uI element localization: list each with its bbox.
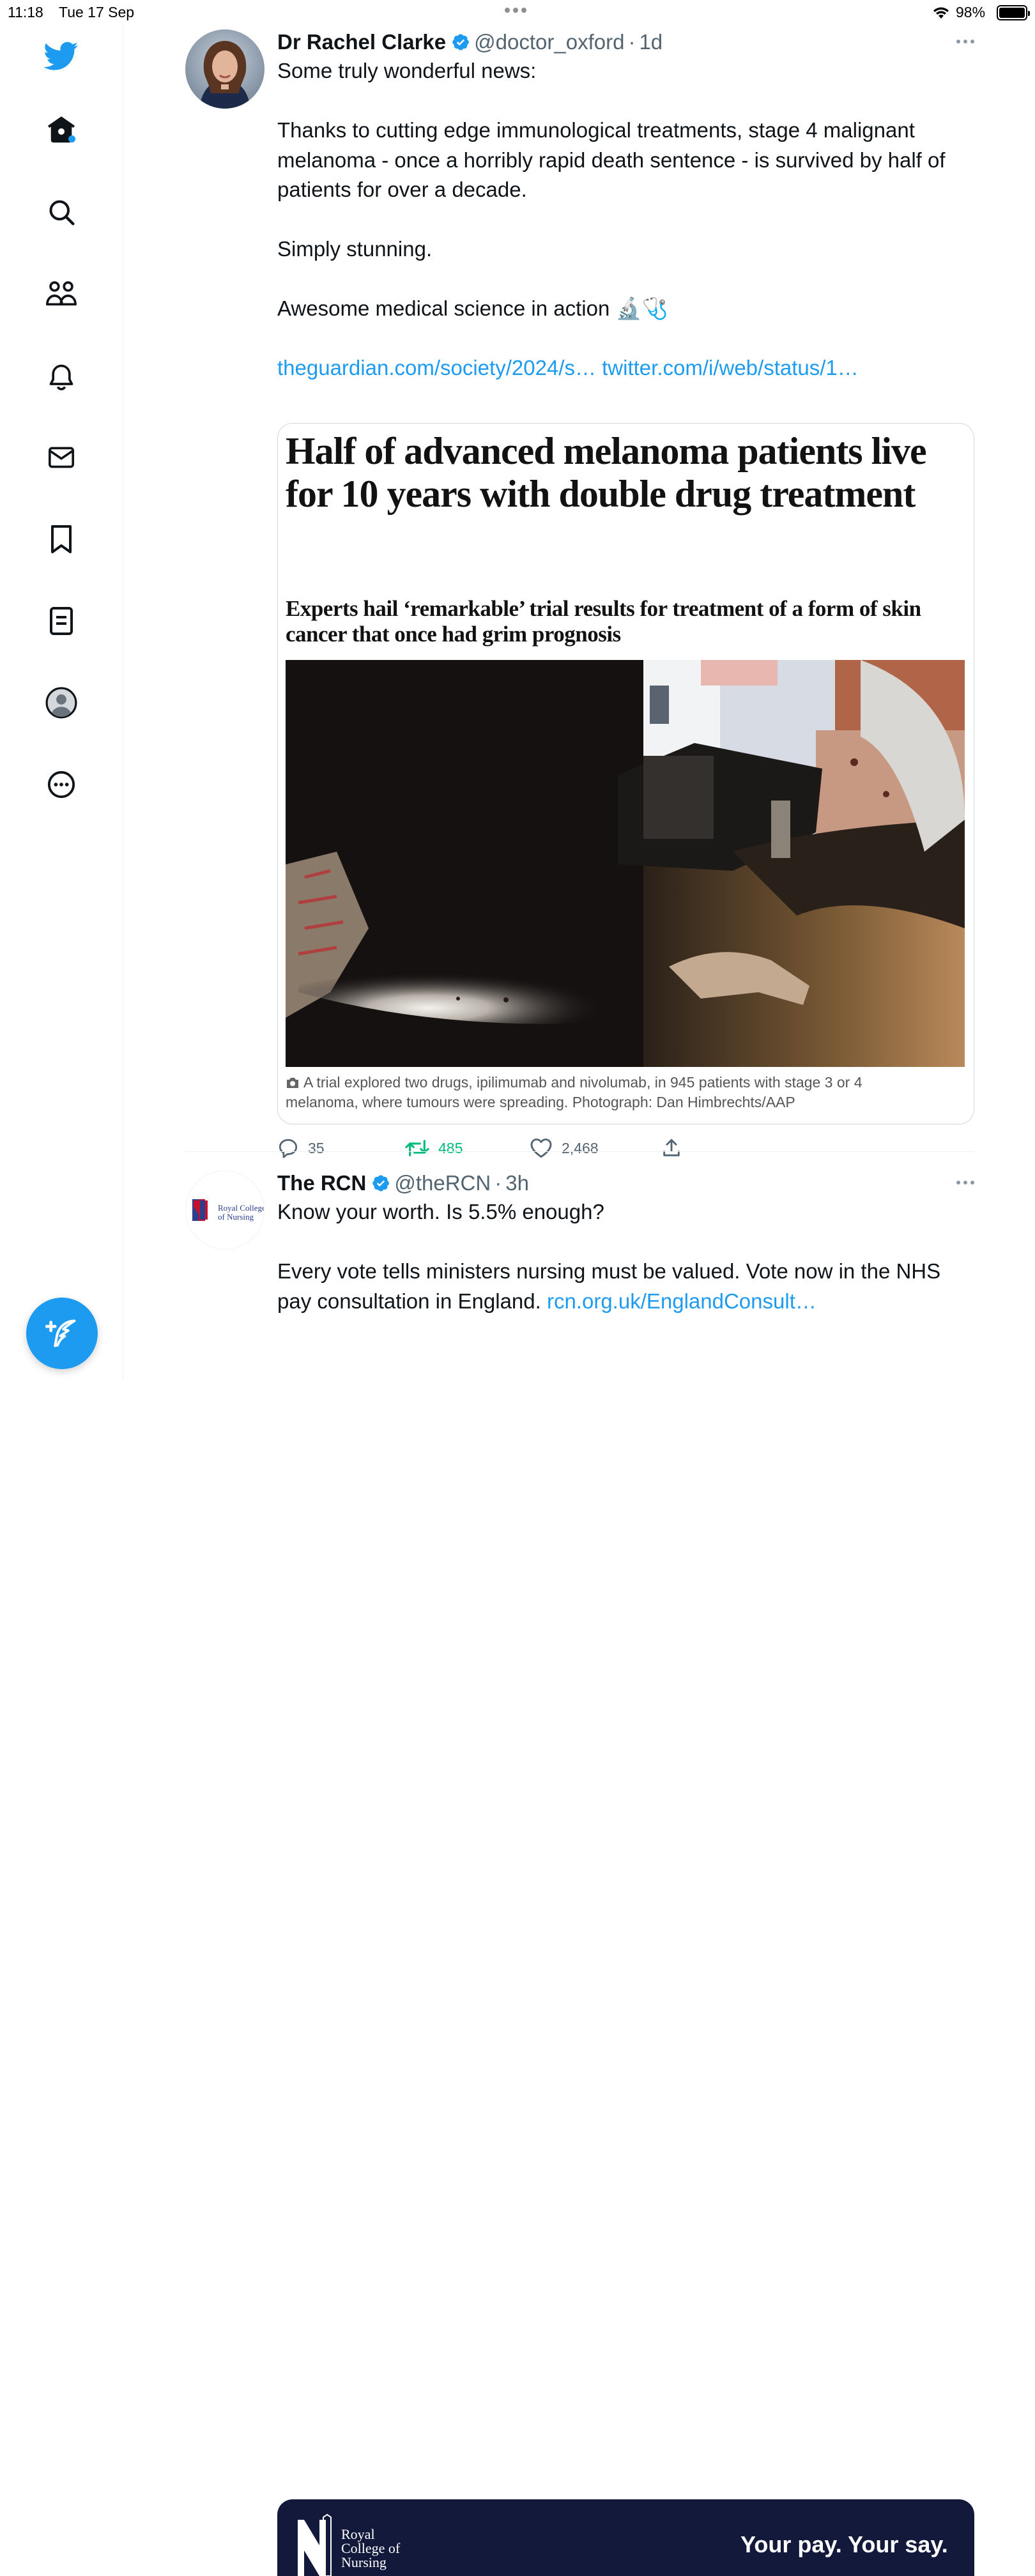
svg-text:of Nursing: of Nursing (218, 1212, 254, 1222)
notifications-bell-icon[interactable] (42, 358, 80, 396)
camera-icon (287, 1078, 298, 1088)
share-icon (663, 1138, 680, 1156)
heart-icon (530, 1138, 552, 1158)
rcn-banner-logo-text: Royal College of Nursing (341, 2526, 401, 2570)
tweet-links: theguardian.com/society/2024/s… twitter.… (277, 353, 974, 383)
status-date: Tue 17 Sep (59, 4, 135, 20)
tweet-divider (185, 1151, 974, 1152)
compose-feather-icon (45, 1319, 76, 1347)
sidebar-nav (0, 24, 123, 1380)
card-caption: A trial explored two drugs, ipilimumab a… (286, 1073, 924, 1112)
tweet-text: Some truly wonderful news: Thanks to cut… (277, 56, 974, 383)
search-icon[interactable] (42, 193, 80, 231)
share-button[interactable] (661, 1137, 682, 1159)
tweet-text: Know your worth. Is 5.5% enough? Every v… (277, 1197, 974, 1316)
tweet-text-line: Thanks to cutting edge immunological tre… (277, 118, 946, 201)
more-circle-icon[interactable] (42, 765, 80, 804)
tweet-actions-bar: 35 485 2,468 (277, 1137, 916, 1163)
compose-tweet-button[interactable] (26, 1298, 98, 1369)
retweet-button[interactable]: 485 (405, 1137, 463, 1159)
author-name[interactable]: Dr Rachel Clarke (277, 30, 446, 54)
separator-dot: · (494, 1171, 502, 1195)
wifi-icon (933, 7, 949, 19)
reply-icon (279, 1138, 298, 1158)
author-handle[interactable]: @doctor_oxford (474, 30, 624, 54)
status-bar: 11:18 Tue 17 Sep 98% (0, 0, 1035, 24)
tweet-header: The RCN @theRCN · 3h (277, 1170, 529, 1196)
like-button[interactable]: 2,468 (530, 1137, 599, 1159)
like-count: 2,468 (562, 1139, 599, 1156)
verified-badge-icon (371, 1174, 390, 1193)
tweet-timestamp[interactable]: 1d (639, 30, 663, 54)
tweet-text-line: Simply stunning. (277, 237, 433, 261)
multitasking-dots-icon[interactable] (505, 8, 526, 13)
author-handle[interactable]: @theRCN (394, 1171, 491, 1195)
author-avatar[interactable] (185, 29, 264, 109)
battery-percentage: 98% (956, 4, 986, 20)
twitter-status-link[interactable]: twitter.com/i/web/status/1… (602, 356, 859, 379)
rcn-logo-icon (298, 2513, 332, 2576)
rcn-consultation-link[interactable]: rcn.org.uk/EnglandConsult… (547, 1289, 816, 1313)
tweet-text-line: Know your worth. Is 5.5% enough? (277, 1200, 604, 1223)
retweet-icon (405, 1140, 429, 1156)
lists-icon[interactable] (42, 602, 80, 640)
status-time: 11:18 (8, 4, 43, 20)
rcn-avatar[interactable]: Royal College of Nursing (185, 1170, 264, 1250)
card-caption-text: A trial explored two drugs, ipilimumab a… (286, 1074, 862, 1110)
verified-badge-icon (451, 33, 470, 52)
rcn-avatar-logo-text: Royal College (218, 1203, 264, 1213)
author-name[interactable]: The RCN (277, 1171, 366, 1195)
profile-avatar-icon[interactable] (42, 684, 80, 722)
tweet-header: Dr Rachel Clarke @doctor_oxford · 1d (277, 29, 663, 55)
card-photo (286, 660, 965, 1067)
tweet-text-line: Awesome medical science in action 🔬🩺 (277, 296, 668, 320)
tweet-more-options-icon[interactable] (956, 1181, 974, 1184)
twitter-bird-icon[interactable] (42, 37, 80, 75)
tweet-more-options-icon[interactable] (956, 40, 974, 43)
tweet-timestamp[interactable]: 3h (505, 1171, 529, 1195)
home-notification-dot (68, 135, 75, 142)
reply-count: 35 (308, 1139, 325, 1156)
retweet-count: 485 (438, 1139, 463, 1156)
guardian-link[interactable]: theguardian.com/society/2024/s… (277, 356, 596, 379)
reply-button[interactable]: 35 (277, 1137, 325, 1159)
bookmark-icon[interactable] (42, 520, 80, 558)
battery-icon (997, 5, 1030, 20)
rcn-media-banner[interactable]: Royal College of Nursing Your pay. Your … (277, 2499, 974, 2576)
rcn-banner-tagline: Your pay. Your say. (740, 2531, 948, 2557)
card-standfirst: Experts hail ‘remarkable’ trial results … (286, 596, 921, 647)
tweet-text-line: Every vote tells ministers nursing must … (277, 1257, 974, 1316)
tweet-text-line: Some truly wonderful news: (277, 59, 537, 82)
messages-envelope-icon[interactable] (42, 438, 80, 477)
home-icon[interactable] (42, 110, 80, 148)
card-headline: Half of advanced melanoma patients live … (286, 430, 927, 515)
link-preview-card[interactable]: Half of advanced melanoma patients live … (277, 423, 974, 1124)
separator-dot: · (628, 30, 636, 54)
communities-icon[interactable] (42, 275, 80, 313)
